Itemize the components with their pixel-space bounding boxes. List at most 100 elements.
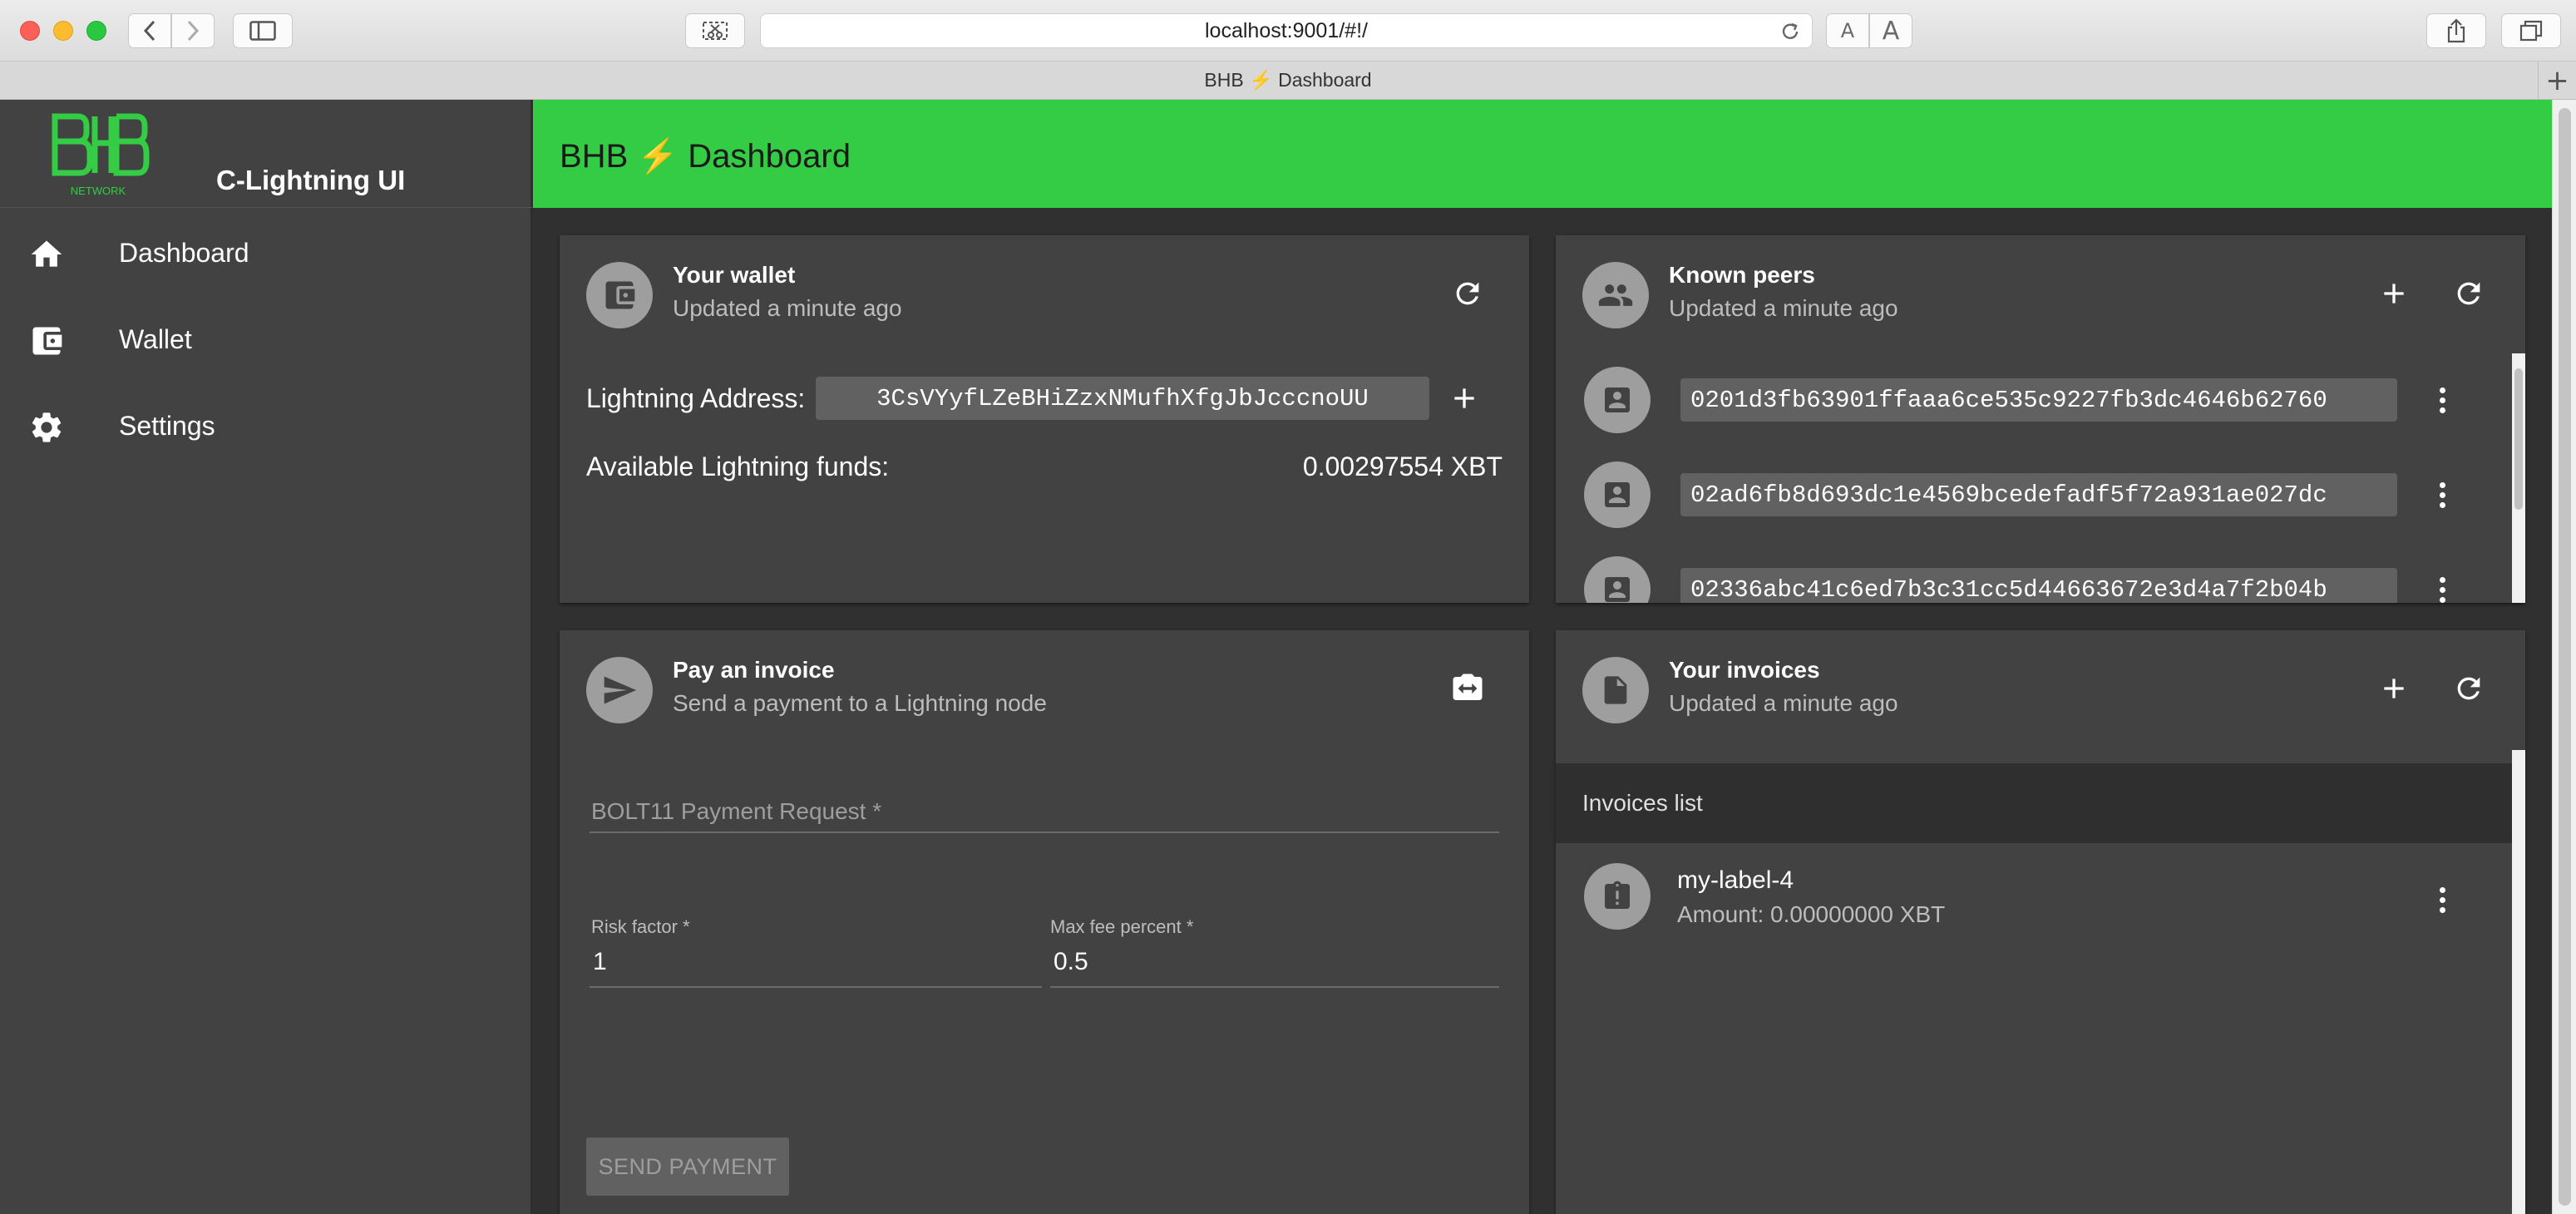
sidebar: NETWORK C-Lightning UI Dashboard Wallet … xyxy=(0,100,532,1214)
peer-row[interactable]: 02336abc41c6ed7b3c31cc5d44663672e3d4a7f2… xyxy=(1556,543,2512,603)
page-scrollbar-thumb[interactable] xyxy=(2559,108,2571,1206)
peers-scrollbar-thumb[interactable] xyxy=(2514,368,2523,510)
pay-avatar xyxy=(586,657,653,723)
dashboard-main: Your wallet Updated a minute ago Lightni… xyxy=(533,208,2552,1214)
new-address-button[interactable] xyxy=(1441,375,1488,422)
refresh-icon xyxy=(2457,677,2480,700)
address-label: Lightning Address: xyxy=(586,383,806,413)
wallet-title: Your wallet xyxy=(673,262,796,288)
page-title: BHB ⚡ Dashboard xyxy=(560,138,851,175)
invoice-row[interactable]: my-label-4 Amount: 0.00000000 XBT xyxy=(1556,843,2512,951)
back-button[interactable] xyxy=(128,13,171,48)
page-scrollbar[interactable] xyxy=(2552,100,2576,1214)
plus-icon xyxy=(1454,388,1474,408)
peers-subtitle: Updated a minute ago xyxy=(1669,295,1898,321)
maxfee-underline xyxy=(1050,986,1499,988)
switch-camera-button[interactable] xyxy=(1444,665,1491,712)
sidebar-item-settings[interactable]: Settings xyxy=(0,382,532,469)
text-smaller-label: A xyxy=(1840,19,1855,42)
text-larger-label: A xyxy=(1882,16,1900,46)
invoice-menu-button[interactable] xyxy=(2432,876,2452,923)
invoices-card: Your invoices Updated a minute ago Invoi… xyxy=(1556,630,2525,1214)
refresh-icon xyxy=(1456,282,1479,305)
refresh-peers-button[interactable] xyxy=(2445,270,2492,317)
bolt11-placeholder[interactable]: BOLT11 Payment Request * xyxy=(591,798,881,825)
app-header: BHB ⚡ Dashboard xyxy=(533,100,2552,208)
share-button[interactable] xyxy=(2426,13,2486,48)
risk-input[interactable]: 1 xyxy=(593,948,607,976)
peers-list: 0201d3fb63901ffaaa6ce535c9227fb3dc4646b6… xyxy=(1556,353,2512,603)
camera-switch-icon xyxy=(1453,674,1483,700)
address-chip[interactable]: 3CsVYyfLZeBHiZzxNMufhXfgJbJcccnoUU xyxy=(816,377,1429,420)
peer-menu-button[interactable] xyxy=(2432,471,2452,518)
text-larger-button[interactable]: A xyxy=(1869,13,1912,48)
text-smaller-button[interactable]: A xyxy=(1826,13,1869,48)
minimize-window-button[interactable] xyxy=(53,21,73,41)
address-bar[interactable]: localhost:9001/#!/ xyxy=(760,13,1813,48)
peers-scrollbar[interactable] xyxy=(2512,353,2525,603)
close-window-button[interactable] xyxy=(20,21,40,41)
reload-icon[interactable] xyxy=(1780,22,1800,42)
peers-title: Known peers xyxy=(1669,262,1815,288)
wallet-icon xyxy=(605,281,635,309)
app-name: C-Lightning UI xyxy=(216,165,406,195)
peer-avatar xyxy=(1584,556,1651,603)
url-text: localhost:9001/#!/ xyxy=(1205,18,1368,42)
share-icon xyxy=(2447,18,2465,43)
peer-avatar xyxy=(1584,367,1651,433)
contact-icon xyxy=(1605,577,1630,602)
sidebar-item-label: Dashboard xyxy=(119,237,249,268)
invoice-alert-icon xyxy=(1605,881,1630,909)
scissors-icon xyxy=(703,22,728,40)
peer-avatar xyxy=(1584,461,1651,528)
funds-value: 0.00297554 XBT xyxy=(1302,452,1503,481)
plus-icon xyxy=(2384,284,2404,304)
wallet-card: Your wallet Updated a minute ago Lightni… xyxy=(560,235,1529,603)
peer-id-chip[interactable]: 02336abc41c6ed7b3c31cc5d44663672e3d4a7f2… xyxy=(1680,568,2397,603)
tabs-overview-button[interactable] xyxy=(2501,13,2561,48)
browser-toolbar: localhost:9001/#!/ A A xyxy=(0,0,2576,62)
sidebar-toggle-button[interactable] xyxy=(233,13,293,48)
peer-row[interactable]: 0201d3fb63901ffaaa6ce535c9227fb3dc4646b6… xyxy=(1556,353,2512,448)
peer-menu-button[interactable] xyxy=(2432,566,2452,603)
sidebar-item-label: Wallet xyxy=(119,323,192,354)
browser-chrome: localhost:9001/#!/ A A BHB ⚡ Dashboard + xyxy=(0,0,2576,100)
refresh-invoices-button[interactable] xyxy=(2445,665,2492,712)
people-icon xyxy=(1598,284,1633,306)
new-tab-button[interactable]: + xyxy=(2538,62,2576,100)
invoice-avatar xyxy=(1584,863,1651,930)
invoices-scrollbar[interactable] xyxy=(2512,750,2525,1214)
risk-label: Risk factor * xyxy=(591,916,690,937)
send-payment-button[interactable]: SEND PAYMENT xyxy=(586,1138,789,1196)
brand-area: NETWORK C-Lightning UI xyxy=(0,100,532,208)
wallet-icon xyxy=(32,327,62,355)
pay-title: Pay an invoice xyxy=(673,657,835,683)
maxfee-input[interactable]: 0.5 xyxy=(1054,948,1088,976)
peer-id-chip[interactable]: 0201d3fb63901ffaaa6ce535c9227fb3dc4646b6… xyxy=(1680,378,2397,422)
peer-id-chip[interactable]: 02ad6fb8d693dc1e4569bcedefadf5f72a931ae0… xyxy=(1680,473,2397,516)
screenshot-button[interactable] xyxy=(685,13,745,48)
refresh-wallet-button[interactable] xyxy=(1444,270,1491,317)
add-invoice-button[interactable] xyxy=(2371,665,2417,712)
sidebar-item-wallet[interactable]: Wallet xyxy=(0,296,532,382)
chevron-left-icon xyxy=(143,20,155,42)
tab-bar: BHB ⚡ Dashboard xyxy=(0,62,2576,100)
invoices-subtitle: Updated a minute ago xyxy=(1669,690,1898,716)
wallet-subtitle: Updated a minute ago xyxy=(673,295,902,321)
gear-icon xyxy=(32,412,62,442)
sidebar-item-dashboard[interactable]: Dashboard xyxy=(0,210,532,296)
forward-button[interactable] xyxy=(171,13,215,48)
contact-icon xyxy=(1605,482,1630,507)
peer-row[interactable]: 02ad6fb8d693dc1e4569bcedefadf5f72a931ae0… xyxy=(1556,448,2512,543)
risk-underline xyxy=(590,986,1042,988)
tabs-icon xyxy=(2519,20,2543,42)
logo-text: NETWORK xyxy=(71,185,126,197)
invoice-label: my-label-4 xyxy=(1677,866,1794,894)
bolt11-input[interactable] xyxy=(590,832,1499,833)
active-tab[interactable]: BHB ⚡ Dashboard xyxy=(1204,69,1371,91)
add-peer-button[interactable] xyxy=(2371,270,2417,317)
file-icon xyxy=(1604,676,1627,704)
zoom-window-button[interactable] xyxy=(86,21,106,41)
peers-avatar xyxy=(1582,262,1649,328)
peer-menu-button[interactable] xyxy=(2432,377,2452,423)
